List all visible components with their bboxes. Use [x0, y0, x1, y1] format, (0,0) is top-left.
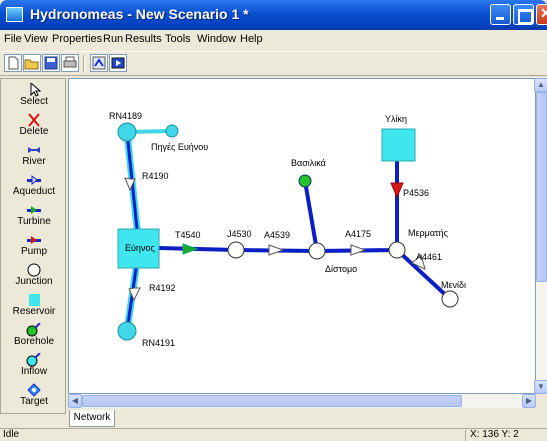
print-icon[interactable] — [61, 54, 79, 72]
junction-menidi[interactable] — [441, 290, 459, 308]
cursor-coordinates: X: 136 Y: 2 — [470, 429, 519, 440]
pump-arrow — [390, 182, 404, 199]
target-icon — [27, 383, 41, 397]
borehole-icon — [26, 323, 41, 337]
scroll-down-icon[interactable]: ▼ — [534, 380, 547, 394]
palette-junction[interactable]: Junction — [1, 261, 67, 293]
palette-target[interactable]: Target — [1, 381, 67, 413]
menu-run[interactable]: Run — [103, 33, 123, 45]
toolbar-separator — [83, 55, 85, 72]
turbine-arrow — [182, 243, 199, 255]
scroll-left-icon[interactable]: ◀ — [68, 394, 82, 408]
menu-window[interactable]: Window — [197, 33, 236, 45]
borehole-vasiliki[interactable] — [298, 174, 312, 188]
run-icon[interactable] — [109, 54, 127, 72]
status-divider — [465, 430, 466, 441]
horizontal-scrollbar[interactable]: ◀ ▶ — [68, 394, 536, 408]
tab-network[interactable]: Network — [69, 410, 115, 427]
tab-bar: Network — [66, 410, 547, 428]
menu-bar: File View Properties Run Results Tools W… — [0, 30, 547, 50]
app-icon — [6, 7, 23, 22]
label-rn4191: RN4191 — [142, 338, 175, 348]
label-j4530: J4530 — [227, 229, 252, 239]
palette-river[interactable]: River — [1, 141, 67, 173]
scroll-up-icon[interactable]: ▲ — [534, 78, 547, 92]
network-icon[interactable] — [90, 54, 108, 72]
flow-arrow — [350, 244, 367, 256]
junction-j4530[interactable] — [227, 241, 245, 259]
minimize-button[interactable] — [490, 4, 511, 25]
delete-icon — [28, 113, 40, 127]
aqueduct-icon — [27, 174, 41, 186]
menu-properties[interactable]: Properties — [52, 33, 102, 45]
title-bar: Hydronomeas - New Scenario 1 * — [0, 0, 547, 30]
label-vasiliki: Βασιλικά — [291, 158, 326, 168]
vertical-scroll-thumb[interactable] — [536, 92, 547, 282]
scroll-right-icon[interactable]: ▶ — [522, 394, 536, 408]
label-t4540: T4540 — [175, 230, 201, 240]
palette-select[interactable]: Select — [1, 81, 67, 113]
status-text: Idle — [3, 429, 20, 440]
palette-reservoir[interactable]: Reservoir — [1, 291, 67, 323]
tool-palette: Select Delete River Aqueduct Turbine Pum… — [0, 78, 66, 414]
node-rn4189[interactable] — [117, 122, 137, 142]
node-rn4191[interactable] — [117, 321, 137, 341]
label-rn4189: RN4189 — [109, 111, 142, 121]
arrow-cursor-icon — [30, 83, 42, 97]
junction-distomo[interactable] — [308, 242, 326, 260]
node-piges[interactable] — [165, 124, 179, 138]
label-a4175: A4175 — [345, 229, 371, 239]
label-evinos: Εύηνος — [125, 243, 155, 253]
menu-view[interactable]: View — [24, 33, 48, 45]
save-icon[interactable] — [42, 54, 60, 72]
palette-inflow[interactable]: Inflow — [1, 351, 67, 383]
junction-merpatis[interactable] — [388, 241, 406, 259]
reservoir-yliki[interactable] — [381, 128, 416, 162]
label-merpatis: Μερματής — [408, 228, 449, 238]
palette-pump[interactable]: Pump — [1, 231, 67, 263]
inflow-icon — [26, 353, 41, 367]
window-title: Hydronomeas - New Scenario 1 * — [30, 6, 249, 22]
river-icon — [28, 147, 40, 153]
maximize-button[interactable] — [513, 4, 534, 25]
reservoir-icon — [29, 294, 40, 306]
label-p4536: P4536 — [403, 188, 429, 198]
menu-file[interactable]: File — [4, 33, 22, 45]
label-r4190: R4190 — [142, 171, 169, 181]
menu-help[interactable]: Help — [240, 33, 263, 45]
menu-tools[interactable]: Tools — [165, 33, 191, 45]
status-bar: Idle X: 136 Y: 2 — [0, 428, 547, 441]
label-a4539: A4539 — [264, 230, 290, 240]
flow-arrow — [268, 244, 285, 256]
network-canvas[interactable]: RN4189 Πηγές Ευήνου R4190 Εύηνος T4540 J… — [68, 78, 536, 394]
palette-turbine[interactable]: Turbine — [1, 201, 67, 233]
open-icon[interactable] — [23, 54, 41, 72]
label-r4192: R4192 — [149, 283, 176, 293]
menu-results[interactable]: Results — [125, 33, 162, 45]
label-piges: Πηγές Ευήνου — [151, 142, 208, 152]
vertical-scrollbar[interactable]: ▲ ▼ — [534, 78, 547, 394]
close-button[interactable] — [536, 4, 547, 25]
horizontal-scroll-thumb[interactable] — [82, 395, 462, 407]
toolbar — [0, 51, 547, 76]
new-icon[interactable] — [4, 54, 22, 72]
borehole-link[interactable] — [303, 180, 319, 252]
pump-icon — [27, 236, 41, 244]
label-yliki: Υλίκη — [385, 114, 407, 124]
label-a4461: A4461 — [416, 252, 442, 262]
palette-delete[interactable]: Delete — [1, 111, 67, 143]
turbine-icon — [27, 206, 41, 214]
palette-borehole[interactable]: Borehole — [1, 321, 67, 353]
junction-icon — [27, 263, 41, 277]
palette-aqueduct[interactable]: Aqueduct — [1, 171, 67, 203]
label-distomo: Δίστομο — [325, 264, 357, 274]
label-menidi: Μενίδι — [441, 280, 466, 290]
